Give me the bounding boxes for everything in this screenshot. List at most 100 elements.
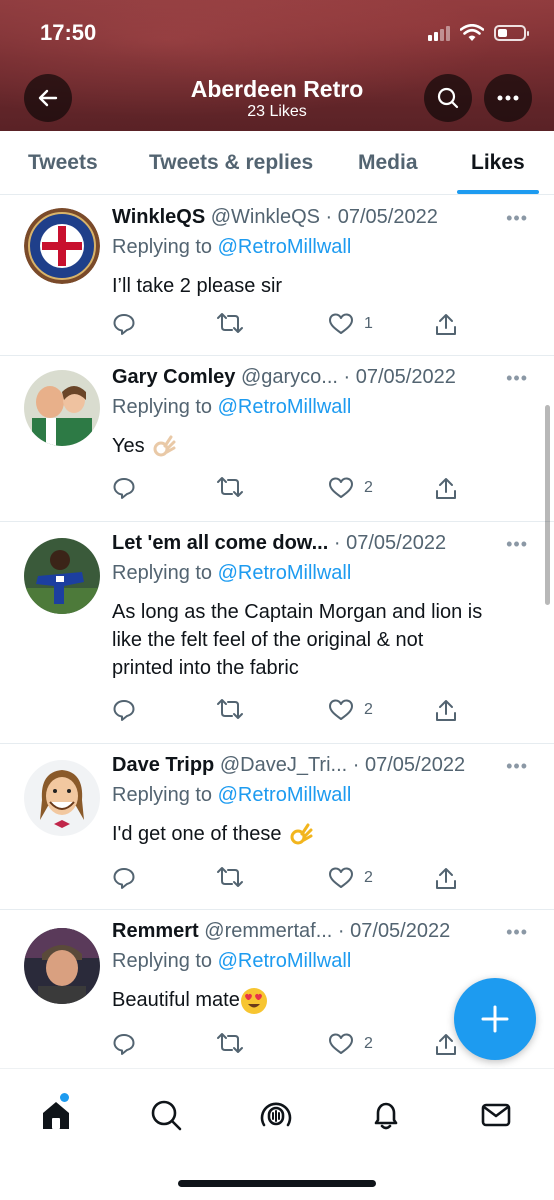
replying-to: Replying to @RetroMillwall bbox=[112, 236, 351, 259]
retweet-icon bbox=[217, 867, 243, 887]
replying-to: Replying to @RetroMillwall bbox=[112, 396, 351, 419]
like-count: 2 bbox=[364, 869, 373, 886]
tweet-actions: 2 bbox=[112, 476, 554, 504]
share-icon bbox=[436, 700, 456, 721]
like-button[interactable]: 2 bbox=[328, 698, 373, 722]
share-button[interactable] bbox=[434, 866, 458, 892]
tweet-actions: 2 bbox=[112, 698, 554, 726]
author-name[interactable]: Dave Tripp bbox=[112, 754, 214, 776]
tweet-header: Dave Tripp @DaveJ_Tri... · 07/05/2022 bbox=[112, 754, 540, 777]
reply-icon bbox=[113, 478, 135, 499]
like-button[interactable]: 2 bbox=[328, 866, 373, 890]
more-button[interactable] bbox=[484, 74, 532, 122]
tab-likes[interactable]: Likes bbox=[471, 151, 525, 175]
tab-media[interactable]: Media bbox=[358, 151, 418, 175]
compose-tweet-button[interactable] bbox=[454, 978, 536, 1060]
home-indicator[interactable] bbox=[178, 1180, 376, 1187]
retweet-icon bbox=[217, 313, 243, 333]
like-icon bbox=[329, 1033, 353, 1054]
retweet-button[interactable] bbox=[216, 866, 244, 888]
tweet-more-icon[interactable]: ••• bbox=[506, 756, 528, 777]
tweet-more-icon[interactable]: ••• bbox=[506, 922, 528, 943]
share-button[interactable] bbox=[434, 312, 458, 338]
reply-button[interactable] bbox=[112, 312, 136, 336]
replying-to: Replying to @RetroMillwall bbox=[112, 950, 351, 973]
replying-label: Replying to bbox=[112, 236, 218, 258]
tweet[interactable]: Dave Tripp @DaveJ_Tri... · 07/05/2022 ••… bbox=[0, 744, 554, 910]
avatar[interactable] bbox=[24, 760, 100, 836]
share-button[interactable] bbox=[434, 698, 458, 724]
retweet-icon bbox=[217, 1033, 243, 1053]
avatar[interactable] bbox=[24, 208, 100, 284]
author-name[interactable]: WinkleQS bbox=[112, 206, 205, 228]
tweet[interactable]: Gary Comley @garyco... · 07/05/2022 ••• … bbox=[0, 356, 554, 522]
search-button[interactable] bbox=[424, 74, 472, 122]
avatar[interactable] bbox=[24, 370, 100, 446]
mention-link[interactable]: @RetroMillwall bbox=[218, 950, 352, 972]
scrollbar[interactable] bbox=[545, 405, 550, 605]
tweet-text: As long as the Captain Morgan and lion i… bbox=[112, 598, 532, 682]
reply-button[interactable] bbox=[112, 698, 136, 722]
spaces-icon bbox=[260, 1102, 292, 1127]
like-count: 2 bbox=[364, 1035, 373, 1052]
avatar[interactable] bbox=[24, 928, 100, 1004]
author-name[interactable]: Gary Comley bbox=[112, 366, 235, 388]
mention-link[interactable]: @RetroMillwall bbox=[218, 236, 352, 258]
cartoon-avatar-image bbox=[24, 760, 100, 836]
profile-tabs: Tweets Tweets & replies Media Likes bbox=[0, 131, 554, 195]
likes-count: 23 Likes bbox=[247, 103, 307, 120]
share-icon bbox=[436, 314, 456, 335]
retweet-button[interactable] bbox=[216, 476, 244, 498]
nav-spaces[interactable] bbox=[256, 1095, 296, 1135]
ok-hand-emoji-icon bbox=[153, 435, 176, 457]
mention-link[interactable]: @RetroMillwall bbox=[218, 784, 352, 806]
nav-notifications[interactable] bbox=[366, 1095, 406, 1135]
tab-tweets-replies[interactable]: Tweets & replies bbox=[149, 151, 313, 175]
like-button[interactable]: 2 bbox=[328, 1032, 373, 1056]
badge-avatar-image bbox=[24, 208, 100, 284]
tweet[interactable]: Let 'em all come dow... · 07/05/2022 •••… bbox=[0, 522, 554, 744]
like-count: 2 bbox=[364, 479, 373, 496]
mention-link[interactable]: @RetroMillwall bbox=[218, 396, 352, 418]
share-button[interactable] bbox=[434, 1032, 458, 1058]
like-button[interactable]: 1 bbox=[328, 312, 373, 336]
tweet-line: Yes bbox=[112, 435, 145, 457]
retweet-button[interactable] bbox=[216, 698, 244, 720]
nav-home[interactable] bbox=[36, 1093, 76, 1135]
reply-button[interactable] bbox=[112, 1032, 136, 1056]
share-button[interactable] bbox=[434, 476, 458, 502]
tweet-text: I'd get one of these bbox=[112, 820, 532, 849]
nav-search[interactable] bbox=[146, 1095, 186, 1135]
reply-button[interactable] bbox=[112, 476, 136, 500]
reply-button[interactable] bbox=[112, 866, 136, 890]
tweet-text: I’ll take 2 please sir bbox=[112, 272, 532, 300]
status-time: 17:50 bbox=[40, 20, 97, 45]
author-meta: @WinkleQS · 07/05/2022 bbox=[210, 206, 438, 228]
active-tab-indicator bbox=[457, 190, 539, 194]
wifi-icon bbox=[460, 24, 484, 41]
notification-dot bbox=[60, 1093, 69, 1102]
replying-label: Replying to bbox=[112, 784, 218, 806]
like-button[interactable]: 2 bbox=[328, 476, 373, 500]
status-icons bbox=[428, 24, 529, 42]
avatar[interactable] bbox=[24, 538, 100, 614]
battery-icon bbox=[494, 25, 529, 41]
author-name[interactable]: Remmert bbox=[112, 920, 199, 942]
home-icon bbox=[43, 1102, 69, 1129]
nav-messages[interactable] bbox=[476, 1095, 516, 1135]
like-icon bbox=[329, 867, 353, 888]
tweet[interactable]: WinkleQS @WinkleQS · 07/05/2022 ••• Repl… bbox=[0, 196, 554, 356]
mention-link[interactable]: @RetroMillwall bbox=[218, 562, 352, 584]
tab-tweets[interactable]: Tweets bbox=[28, 151, 98, 175]
author-meta: @garyco... · 07/05/2022 bbox=[240, 366, 456, 388]
retweet-button[interactable] bbox=[216, 312, 244, 334]
profile-header: 17:50 Aberdeen Retro 23 Likes bbox=[0, 0, 554, 131]
reply-icon bbox=[113, 700, 135, 721]
replying-to: Replying to @RetroMillwall bbox=[112, 562, 351, 585]
tweet-more-icon[interactable]: ••• bbox=[506, 368, 528, 389]
author-name[interactable]: Let 'em all come dow... bbox=[112, 532, 328, 554]
retweet-button[interactable] bbox=[216, 1032, 244, 1054]
photo-avatar-image bbox=[24, 370, 100, 446]
tweet-more-icon[interactable]: ••• bbox=[506, 534, 528, 555]
tweet-more-icon[interactable]: ••• bbox=[506, 208, 528, 229]
